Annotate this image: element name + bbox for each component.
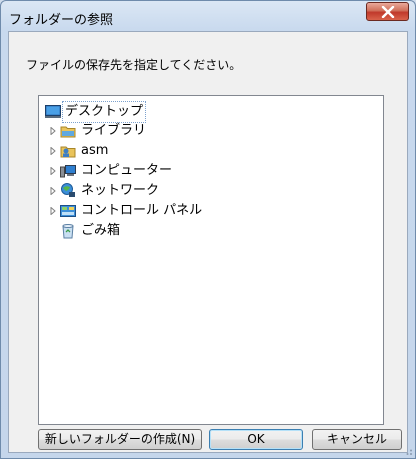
close-button[interactable] (366, 2, 409, 21)
new-folder-button[interactable]: 新しいフォルダーの作成(N) (38, 429, 202, 450)
library-icon (60, 126, 76, 138)
close-icon (381, 6, 395, 18)
browse-folder-dialog: フォルダーの参照 ファイルの保存先を指定してください。 デスクトップ ライブラリ… (0, 0, 416, 459)
tree-item-label: コントロール パネル (81, 203, 203, 218)
user-folder-icon (60, 146, 76, 158)
computer-icon (60, 165, 76, 178)
expand-arrow-icon[interactable] (49, 147, 57, 155)
window-title: フォルダーの参照 (9, 13, 114, 28)
cancel-button[interactable]: キャンセル (312, 429, 402, 450)
recycle-bin-icon (62, 224, 74, 239)
dialog-body: ファイルの保存先を指定してください。 デスクトップ ライブラリ asm コンピュ… (8, 31, 408, 453)
expand-arrow-icon[interactable] (49, 167, 57, 175)
instruction-text: ファイルの保存先を指定してください。 (26, 58, 242, 72)
tree-item-label: コンピューター (81, 163, 173, 178)
title-bar[interactable]: フォルダーの参照 (1, 1, 415, 31)
folder-tree[interactable]: デスクトップ ライブラリ asm コンピューター ネットワーク コントロール パ… (38, 95, 384, 425)
network-icon (61, 183, 75, 197)
expand-arrow-icon[interactable] (49, 187, 57, 195)
tree-item-label: ネットワーク (81, 183, 160, 198)
expand-arrow-icon[interactable] (49, 207, 57, 215)
ok-button[interactable]: OK (209, 429, 303, 450)
tree-item-label: asm (81, 143, 109, 158)
desktop-icon (45, 105, 61, 118)
resize-grip-icon[interactable] (403, 446, 413, 456)
tree-item-label: デスクトップ (62, 101, 147, 123)
expand-arrow-icon[interactable] (49, 127, 57, 135)
control-panel-icon (60, 205, 76, 217)
tree-item-label: ごみ箱 (81, 223, 121, 238)
tree-item-label: ライブラリ (81, 123, 147, 138)
